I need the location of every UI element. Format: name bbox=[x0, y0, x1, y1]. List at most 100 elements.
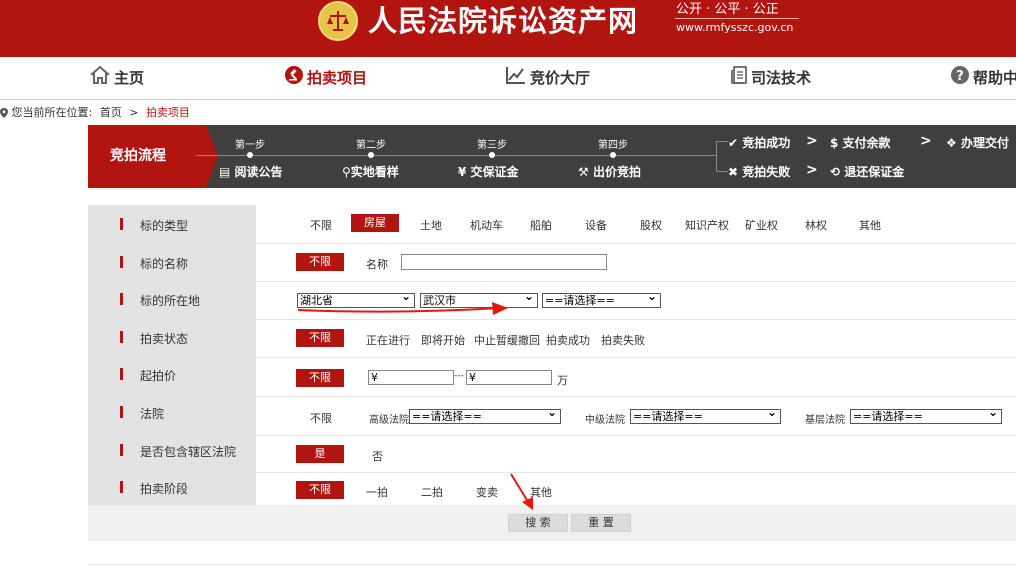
header-banner: 人民法院诉讼资产网 公开 · 公平 · 公正 www.rmfysszc.gov.… bbox=[0, 0, 1016, 57]
mid-court-label: 中级法院 bbox=[585, 415, 625, 426]
home-icon bbox=[90, 58, 110, 100]
stage-option-sell-off[interactable]: 变卖 bbox=[476, 484, 498, 500]
step-refund: ⟲ 退还保证金 bbox=[830, 163, 904, 180]
step-1-title: 第一步 bbox=[235, 140, 265, 151]
step-1-dot bbox=[247, 152, 253, 158]
status-option-suspended[interactable]: 中止暂缓撤回 bbox=[474, 332, 540, 348]
status-option-success[interactable]: 拍卖成功 bbox=[546, 332, 590, 348]
type-option-mining[interactable]: 矿业权 bbox=[745, 217, 778, 233]
step-3-text: 交保证金 bbox=[470, 165, 519, 179]
search-button[interactable]: 搜 索 bbox=[508, 514, 568, 532]
price-min-input[interactable] bbox=[368, 370, 454, 385]
type-option-forest[interactable]: 林权 bbox=[805, 217, 827, 233]
step-4-dot bbox=[610, 152, 616, 158]
row-marker bbox=[120, 256, 123, 268]
type-option-vehicle[interactable]: 机动车 bbox=[470, 217, 503, 233]
process-title: 竞拍流程 bbox=[88, 125, 218, 188]
gavel-icon: ⚒ bbox=[578, 165, 589, 179]
step-4-text: 出价竞拍 bbox=[592, 165, 641, 179]
label-auction-stage: 拍卖阶段 bbox=[140, 482, 189, 496]
price-max-input[interactable] bbox=[466, 370, 552, 385]
label-include-district-court: 是否包含辖区法院 bbox=[140, 445, 237, 459]
breadcrumb-separator: > bbox=[129, 106, 139, 119]
district-select[interactable]: ==请选择== bbox=[542, 293, 661, 308]
high-court-label: 高级法院 bbox=[369, 415, 409, 426]
gavel-icon bbox=[285, 58, 303, 100]
step-2-label: ⚲实地看样 bbox=[342, 163, 399, 180]
nav-item-auction[interactable]: 拍卖项目 bbox=[285, 57, 367, 99]
name-field-label: 名称 bbox=[366, 258, 388, 271]
nav-item-bidding-hall[interactable]: 竞价大厅 bbox=[506, 57, 590, 99]
reset-button[interactable]: 重 置 bbox=[571, 514, 631, 532]
type-option-house[interactable]: 房屋 bbox=[351, 214, 399, 232]
annotation-arrow-location bbox=[297, 302, 508, 315]
price-unit: 万 bbox=[557, 374, 568, 387]
price-unlimited[interactable]: 不限 bbox=[296, 369, 344, 387]
type-option-equity[interactable]: 股权 bbox=[640, 217, 662, 233]
breadcrumb-home-link[interactable]: 首页 bbox=[100, 106, 122, 119]
stage-option-other[interactable]: 其他 bbox=[530, 484, 552, 500]
row-marker bbox=[120, 406, 123, 418]
row-divider bbox=[256, 243, 1016, 244]
nav-label-judicial-tech: 司法技术 bbox=[751, 69, 812, 87]
name-unlimited[interactable]: 不限 bbox=[296, 253, 344, 271]
page-gap bbox=[0, 541, 1016, 564]
location-pin-icon bbox=[0, 106, 12, 119]
step-delivery: ❖ 办理交付 bbox=[946, 134, 1009, 151]
site-domain: www.rmfysszc.gov.cn bbox=[676, 21, 794, 34]
breadcrumb-current: 拍卖项目 bbox=[145, 106, 190, 119]
stage-option-first[interactable]: 一拍 bbox=[366, 484, 388, 500]
status-option-ongoing[interactable]: 正在进行 bbox=[366, 332, 410, 348]
court-unlimited[interactable]: 不限 bbox=[310, 410, 332, 426]
court-emblem-icon bbox=[318, 1, 358, 41]
row-divider bbox=[256, 281, 1016, 282]
result-success-text: 竞拍成功 bbox=[742, 136, 791, 150]
mid-court-select[interactable]: ==请选择== bbox=[630, 409, 781, 424]
row-divider bbox=[256, 472, 1016, 473]
label-asset-name: 标的名称 bbox=[140, 257, 189, 271]
asset-name-input[interactable] bbox=[401, 254, 607, 270]
label-asset-type: 标的类型 bbox=[140, 219, 189, 233]
stage-unlimited[interactable]: 不限 bbox=[296, 481, 344, 499]
include-district-no[interactable]: 否 bbox=[372, 448, 383, 464]
type-option-equipment[interactable]: 设备 bbox=[585, 217, 607, 233]
step-1-text: 阅读公告 bbox=[234, 165, 283, 179]
type-option-land[interactable]: 土地 bbox=[420, 217, 442, 233]
nav-label-home: 主页 bbox=[114, 69, 145, 87]
nav-item-home[interactable]: 主页 bbox=[90, 57, 144, 99]
result-failure: ✖ 竞拍失败 bbox=[728, 163, 790, 180]
results-container bbox=[88, 564, 1016, 583]
row-divider bbox=[256, 357, 1016, 358]
status-option-failed[interactable]: 拍卖失败 bbox=[601, 332, 645, 348]
step-pay-balance-text: 支付余款 bbox=[842, 136, 891, 150]
result-failure-text: 竞拍失败 bbox=[742, 165, 791, 179]
step-3-label: ¥ 交保证金 bbox=[458, 163, 519, 180]
step-2-dot bbox=[368, 152, 374, 158]
site-slogan: 公开 · 公平 · 公正 bbox=[676, 2, 779, 17]
chart-icon bbox=[506, 58, 526, 100]
label-auction-status: 拍卖状态 bbox=[140, 332, 189, 346]
row-marker bbox=[120, 218, 123, 230]
step-pay-balance: $ 支付余款 bbox=[830, 134, 891, 151]
include-district-yes[interactable]: 是 bbox=[296, 445, 344, 463]
base-court-select[interactable]: ==请选择== bbox=[850, 409, 1002, 424]
status-option-upcoming[interactable]: 即将开始 bbox=[421, 332, 465, 348]
chevron-right-icon: > bbox=[806, 162, 818, 178]
high-court-select[interactable]: ==请选择== bbox=[409, 409, 561, 424]
status-unlimited[interactable]: 不限 bbox=[296, 329, 344, 347]
type-option-ship[interactable]: 船舶 bbox=[530, 217, 552, 233]
step-3-dot bbox=[489, 152, 495, 158]
label-location: 标的所在地 bbox=[140, 294, 201, 308]
nav-item-judicial-tech[interactable]: 司法技术 bbox=[731, 57, 811, 99]
slogan-divider bbox=[675, 18, 799, 19]
check-circle-icon: ✔ bbox=[728, 136, 739, 150]
nav-item-help[interactable]: ? 帮助中 bbox=[951, 57, 1016, 99]
type-option-other[interactable]: 其他 bbox=[859, 217, 881, 233]
type-option-ip[interactable]: 知识产权 bbox=[685, 217, 729, 233]
process-line bbox=[196, 155, 716, 156]
row-divider bbox=[256, 435, 1016, 436]
step-refund-text: 退还保证金 bbox=[844, 165, 905, 179]
type-option-unlimited[interactable]: 不限 bbox=[310, 217, 332, 233]
stage-option-second[interactable]: 二拍 bbox=[421, 484, 443, 500]
row-marker bbox=[120, 293, 123, 305]
